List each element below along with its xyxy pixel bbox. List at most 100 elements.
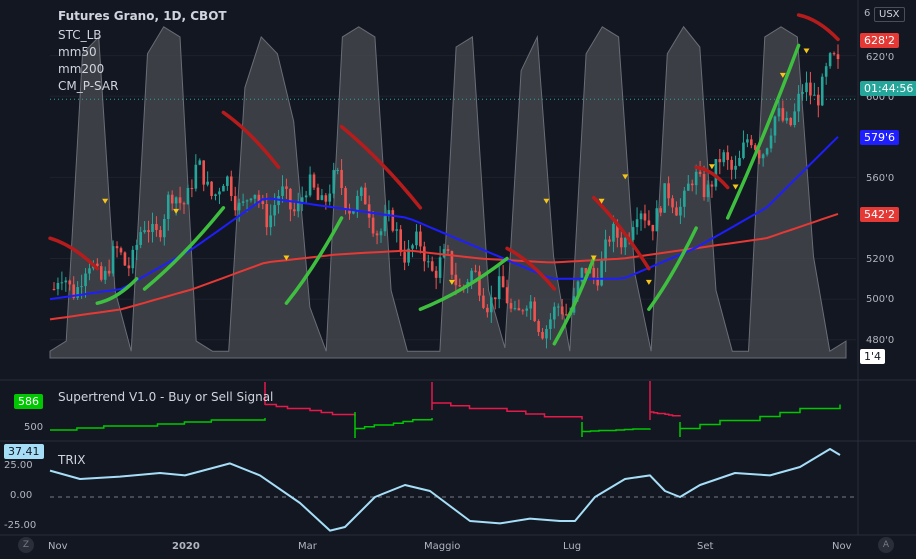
candle-body <box>237 202 241 211</box>
supertrend-label[interactable]: Supertrend V1.0 - Buy or Sell Signal <box>58 390 273 404</box>
candle-body <box>470 270 473 282</box>
candle-body <box>490 297 493 313</box>
candle-body <box>182 203 186 205</box>
chart-title: Futures Grano, 1D, CBOT <box>58 9 227 23</box>
candle-body <box>438 257 442 278</box>
candle-body <box>249 198 253 201</box>
trix-label[interactable]: TRIX <box>58 453 85 467</box>
time-tick: Set <box>697 541 714 552</box>
candle-body <box>395 229 399 231</box>
candle-body <box>801 92 804 94</box>
indicator-mm50-label[interactable]: mm50 <box>58 45 97 59</box>
mm200-price-badge: 542'2 <box>860 207 900 222</box>
candle-body <box>198 160 202 165</box>
mm50-price-badge: 579'6 <box>860 130 900 145</box>
candle-body <box>324 195 328 202</box>
candle-body <box>434 270 438 278</box>
candle-body <box>383 216 387 232</box>
candle-body <box>202 160 206 185</box>
time-tick: Nov <box>48 541 68 552</box>
indicator-stc-label[interactable]: STC_LB <box>58 28 102 42</box>
candle-body <box>115 246 119 249</box>
indicator-psar-label[interactable]: CM_P-SAR <box>58 79 118 93</box>
candle-body <box>442 249 446 258</box>
candle-body <box>773 116 777 136</box>
candle-body <box>375 233 379 236</box>
candle-body <box>411 245 414 249</box>
supertrend-line <box>582 428 651 433</box>
candle-body <box>817 94 820 106</box>
supertrend-line <box>432 402 583 420</box>
stc-value-badge: 1'4 <box>860 349 886 364</box>
candle-body <box>474 270 477 272</box>
candle-body <box>84 273 87 287</box>
auto-scale-button[interactable]: A <box>878 537 894 553</box>
candle-body <box>655 208 659 232</box>
candle-body <box>344 188 347 209</box>
candle-body <box>828 53 832 67</box>
candle-body <box>683 190 686 207</box>
stc-area <box>49 25 847 359</box>
price-tick: 480'0 <box>866 335 895 346</box>
candle-body <box>241 201 245 203</box>
candle-body <box>155 223 158 231</box>
candle-body <box>726 152 729 160</box>
supertrend-value-badge: 586 <box>14 394 43 409</box>
candle-body <box>623 237 627 248</box>
candle-body <box>501 276 505 288</box>
candle-body <box>663 183 666 213</box>
candle-body <box>718 159 722 163</box>
candle-body <box>206 181 209 185</box>
candle-body <box>379 231 383 236</box>
candle-body <box>553 306 556 320</box>
candle-body <box>793 111 796 126</box>
candle-body <box>265 204 269 228</box>
candle-body <box>210 181 213 196</box>
candle-body <box>269 215 272 228</box>
time-tick: Maggio <box>424 541 461 552</box>
indicator-mm200-label[interactable]: mm200 <box>58 62 104 76</box>
candle-body <box>486 307 489 313</box>
supertrend-line <box>265 403 356 417</box>
candle-body <box>513 308 517 310</box>
candle-body <box>556 306 560 308</box>
candle-body <box>458 285 462 287</box>
candle-body <box>659 208 663 213</box>
candle-body <box>769 135 773 149</box>
candle-body <box>781 108 785 121</box>
candle-body <box>730 159 733 170</box>
candle-body <box>497 276 501 300</box>
time-tick: Mar <box>298 541 317 552</box>
candle-body <box>679 206 682 216</box>
time-tick: Lug <box>563 541 582 552</box>
supertrend-line <box>355 418 433 430</box>
candle-body <box>430 261 434 271</box>
candle-body <box>820 76 824 106</box>
candle-body <box>415 231 418 246</box>
candle-body <box>178 197 182 204</box>
chart-canvas[interactable] <box>0 0 916 559</box>
zoom-button[interactable]: Z <box>18 537 34 553</box>
candle-body <box>151 223 154 233</box>
candle-body <box>541 332 544 339</box>
candle-body <box>560 306 564 315</box>
candle-body <box>612 223 615 242</box>
candle-body <box>123 252 127 266</box>
candle-body <box>521 310 525 312</box>
candle-body <box>218 191 221 195</box>
candle-body <box>127 265 131 269</box>
candle-body <box>363 187 367 205</box>
trix-value-badge: 37.41 <box>4 444 44 459</box>
candle-body <box>545 328 548 339</box>
candle-body <box>797 93 800 112</box>
candle-body <box>493 297 497 300</box>
candle-body <box>423 246 426 262</box>
price-tick: 620'0 <box>866 52 895 63</box>
candle-body <box>135 244 139 250</box>
candle-body <box>300 197 304 203</box>
currency-button[interactable]: USX <box>874 7 905 22</box>
candle-body <box>289 188 292 210</box>
candle-body <box>60 282 64 284</box>
candle-body <box>482 295 485 308</box>
candle-body <box>356 195 359 212</box>
